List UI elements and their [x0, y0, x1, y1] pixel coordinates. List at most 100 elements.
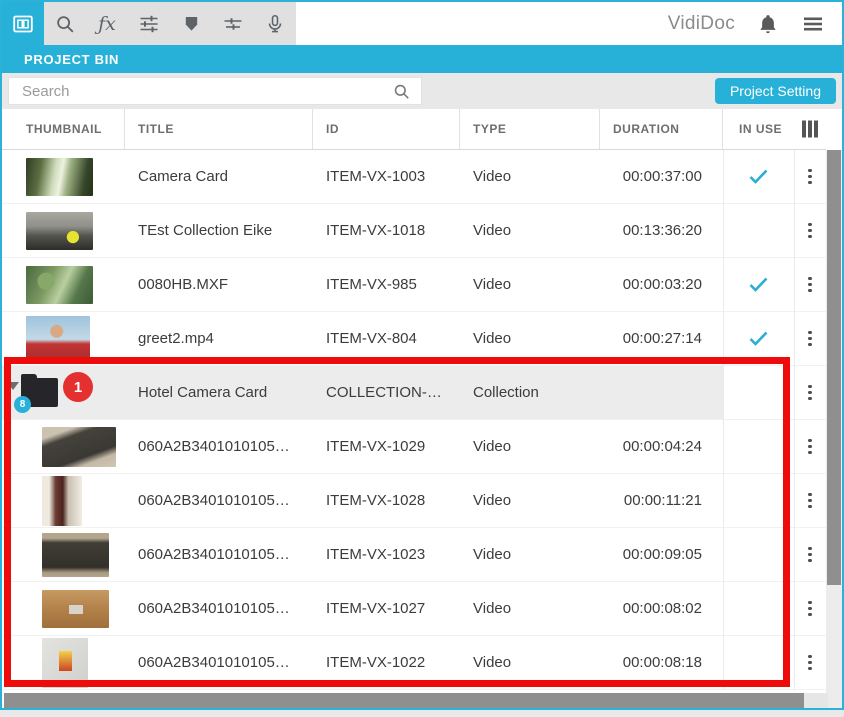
thumbnail-cell [2, 474, 125, 527]
id-cell: ITEM-VX-1027 [313, 582, 460, 635]
column-separator [723, 150, 724, 690]
in-use-cell [723, 258, 794, 311]
table-row[interactable]: TEst Collection EikeITEM-VX-1018Video00:… [2, 204, 826, 258]
more-vertical-icon[interactable] [802, 487, 818, 515]
thumbnail-cell [2, 636, 125, 689]
row-menu-cell [794, 258, 826, 311]
column-header-in-use[interactable]: IN USE [723, 109, 794, 149]
row-menu-cell [794, 636, 826, 689]
table-row[interactable]: greet2.mp4ITEM-VX-804Video00:00:27:14 [2, 312, 826, 366]
row-menu-cell [794, 312, 826, 365]
tool-effects-button[interactable]: ƒx [86, 2, 128, 45]
table-row[interactable]: 060A2B3401010105…ITEM-VX-1028Video00:00:… [2, 474, 826, 528]
view-columns-icon[interactable] [801, 120, 819, 138]
table-body: Camera CardITEM-VX-1003Video00:00:37:00T… [2, 150, 826, 690]
duration-cell: 00:00:08:18 [600, 636, 723, 689]
in-use-cell [723, 582, 794, 635]
table-row[interactable]: 060A2B3401010105…ITEM-VX-1023Video00:00:… [2, 528, 826, 582]
type-cell: Video [460, 312, 600, 365]
table-row[interactable]: 060A2B3401010105…ITEM-VX-1029Video00:00:… [2, 420, 826, 474]
video-thumbnail[interactable] [26, 212, 93, 250]
more-vertical-icon[interactable] [802, 325, 818, 353]
video-thumbnail[interactable] [42, 590, 109, 628]
tool-filters-button[interactable] [212, 2, 254, 45]
video-thumbnail[interactable] [42, 533, 109, 577]
more-vertical-icon[interactable] [802, 433, 818, 461]
title-cell: Camera Card [125, 150, 313, 203]
in-use-cell [723, 204, 794, 257]
duration-cell: 00:00:08:02 [600, 582, 723, 635]
thumbnail-cell [2, 420, 125, 473]
id-cell: ITEM-VX-1003 [313, 150, 460, 203]
video-thumbnail[interactable] [42, 476, 82, 526]
row-menu-cell [794, 474, 826, 527]
column-header-title[interactable]: TITLE [125, 109, 313, 149]
duration-cell: 00:13:36:20 [600, 204, 723, 257]
more-vertical-icon[interactable] [802, 271, 818, 299]
video-thumbnail[interactable] [26, 266, 93, 304]
row-menu-cell [794, 204, 826, 257]
tool-shield-button[interactable] [170, 2, 212, 45]
thumbnail-cell [2, 204, 125, 257]
column-header-type[interactable]: TYPE [460, 109, 600, 149]
expand-caret-icon[interactable] [7, 382, 19, 390]
id-cell: ITEM-VX-1028 [313, 474, 460, 527]
collection-folder-icon[interactable]: 8 [21, 378, 58, 407]
type-cell: Video [460, 420, 600, 473]
app-window: ƒx VidiDoc PROJECT BIN Project Setting T… [0, 0, 844, 710]
more-vertical-icon[interactable] [802, 163, 818, 191]
fx-icon: ƒx [98, 13, 116, 35]
more-vertical-icon[interactable] [802, 541, 818, 569]
table-row-collection[interactable]: 8Hotel Camera CardCOLLECTION-…Collection [2, 366, 826, 420]
vertical-scrollbar-thumb[interactable] [827, 150, 841, 585]
duration-cell: 00:00:11:21 [600, 474, 723, 527]
collection-count-badge: 8 [14, 396, 31, 413]
hamburger-menu-icon[interactable] [801, 12, 825, 36]
topbar-right: VidiDoc [296, 2, 842, 45]
vertical-scrollbar[interactable] [826, 150, 842, 708]
id-cell: ITEM-VX-804 [313, 312, 460, 365]
in-use-cell [723, 312, 794, 365]
project-setting-button[interactable]: Project Setting [715, 78, 836, 104]
tool-search-button[interactable] [44, 2, 86, 45]
in-use-check-icon [749, 277, 768, 292]
search-icon [54, 13, 76, 35]
title-cell: 060A2B3401010105… [125, 420, 313, 473]
id-cell: ITEM-VX-985 [313, 258, 460, 311]
more-vertical-icon[interactable] [802, 649, 818, 677]
app-title: VidiDoc [668, 13, 735, 35]
more-vertical-icon[interactable] [802, 595, 818, 623]
more-vertical-icon[interactable] [802, 379, 818, 407]
title-cell: 060A2B3401010105… [125, 636, 313, 689]
search-input[interactable] [9, 83, 392, 100]
table-row[interactable]: 0080HB.MXFITEM-VX-985Video00:00:03:20 [2, 258, 826, 312]
duration-cell: 00:00:09:05 [600, 528, 723, 581]
duration-cell [600, 366, 723, 419]
video-thumbnail[interactable] [42, 427, 116, 467]
thumbnail-cell [2, 150, 125, 203]
more-vertical-icon[interactable] [802, 217, 818, 245]
title-cell: 060A2B3401010105… [125, 474, 313, 527]
column-header-thumbnail[interactable]: THUMBNAIL [2, 109, 125, 149]
horizontal-scrollbar[interactable] [4, 693, 828, 708]
microphone-icon [264, 13, 286, 35]
horizontal-scrollbar-thumb[interactable] [4, 693, 804, 708]
tool-adjust-button[interactable] [128, 2, 170, 45]
table-row[interactable]: 060A2B3401010105…ITEM-VX-1022Video00:00:… [2, 636, 826, 690]
in-use-cell [723, 420, 794, 473]
search-box[interactable] [8, 77, 422, 105]
table-row[interactable]: Camera CardITEM-VX-1003Video00:00:37:00 [2, 150, 826, 204]
video-thumbnail[interactable] [42, 638, 88, 688]
tool-project-bin-button[interactable] [2, 2, 44, 45]
thumbnail-cell [2, 582, 125, 635]
type-cell: Video [460, 582, 600, 635]
video-thumbnail[interactable] [26, 158, 93, 196]
column-header-duration[interactable]: DURATION [600, 109, 723, 149]
bell-icon[interactable] [757, 13, 779, 35]
video-thumbnail[interactable] [26, 316, 90, 361]
table-row[interactable]: 060A2B3401010105…ITEM-VX-1027Video00:00:… [2, 582, 826, 636]
tool-voice-button[interactable] [254, 2, 296, 45]
id-cell: ITEM-VX-1022 [313, 636, 460, 689]
column-header-id[interactable]: ID [313, 109, 460, 149]
title-cell: Hotel Camera Card [125, 366, 313, 419]
